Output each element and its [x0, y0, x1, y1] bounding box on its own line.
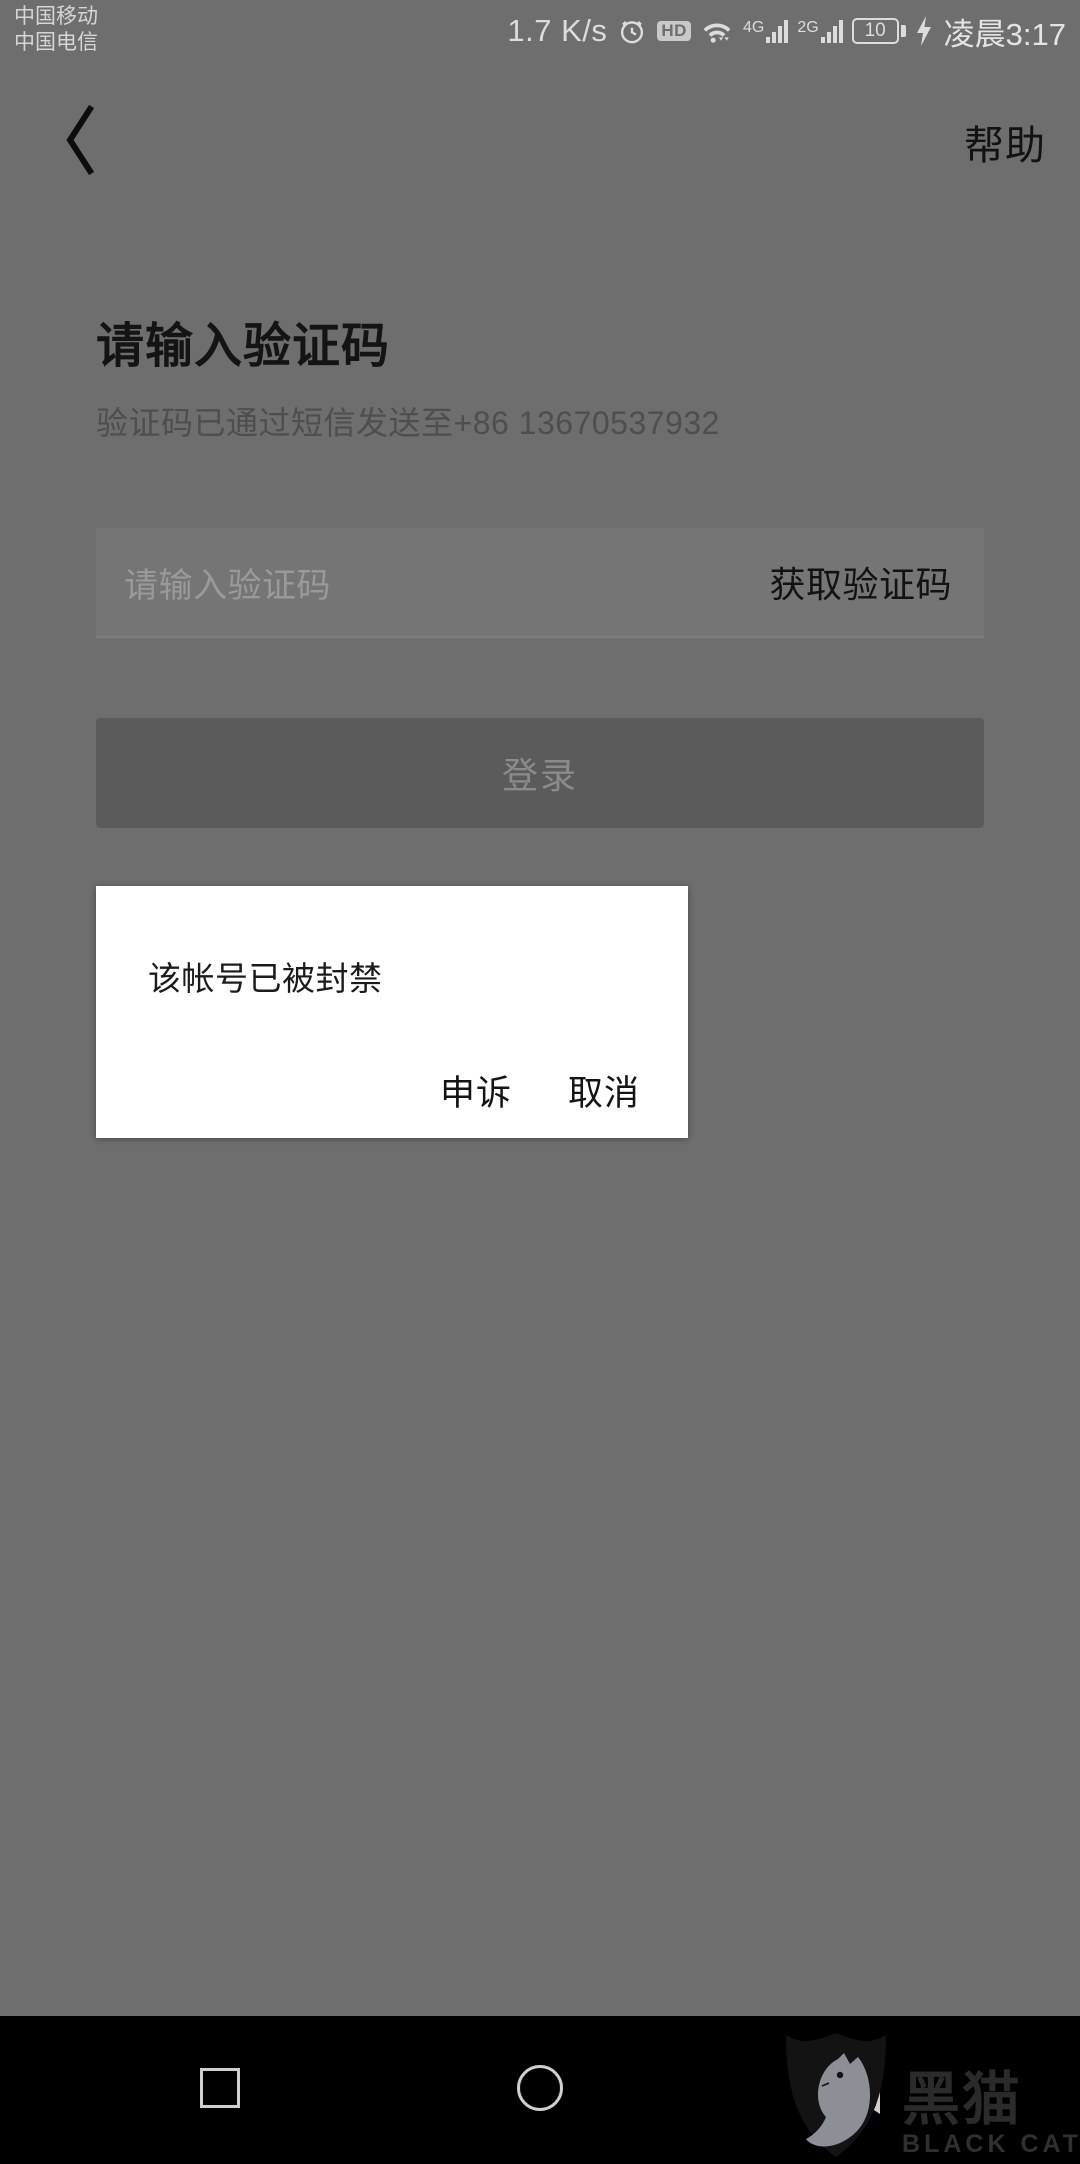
page-subtitle: 验证码已通过短信发送至+86 13670537932	[96, 405, 720, 441]
status-bar: 中国移动 中国电信 1.7 K/s HD 4G 2G 10 凌晨3:17	[0, 0, 1080, 80]
help-button[interactable]: 帮助	[964, 98, 1046, 186]
account-banned-dialog: 该帐号已被封禁 申诉 取消	[96, 886, 688, 1138]
carrier-labels: 中国移动 中国电信	[14, 4, 98, 56]
signal-indicator-4g: 4G	[742, 19, 789, 43]
dialog-actions: 申诉 取消	[440, 1065, 640, 1116]
chevron-left-icon	[57, 103, 103, 182]
app-bar: 帮助	[0, 80, 1080, 200]
signal-indicator-2g: 2G	[797, 19, 843, 43]
status-bar-icons: 1.7 K/s HD 4G 2G 10 凌晨3:17	[507, 0, 1066, 62]
get-code-button[interactable]: 获取验证码	[769, 556, 952, 608]
carrier-primary: 中国移动	[14, 5, 98, 28]
battery-icon: 10	[851, 18, 906, 44]
page-title: 请输入验证码	[96, 320, 391, 373]
nav-back-button[interactable]	[780, 2016, 940, 2160]
appeal-button[interactable]: 申诉	[440, 1065, 512, 1116]
network-speed-text: 1.7 K/s	[507, 13, 608, 48]
dialog-message: 该帐号已被封禁	[148, 960, 383, 997]
triangle-back-icon	[840, 2062, 880, 2114]
wifi-icon	[700, 17, 734, 45]
system-navigation-bar: 黑猫 BLACK CAT	[0, 2016, 1080, 2160]
back-button[interactable]	[36, 98, 124, 186]
carrier-secondary: 中国电信	[14, 31, 98, 54]
alarm-clock-icon	[616, 15, 648, 47]
hd-badge-icon: HD	[657, 21, 691, 41]
verification-code-placeholder[interactable]: 请输入验证码	[124, 558, 331, 607]
signal-generation-label-1: 4G	[742, 19, 765, 36]
nav-recents-button[interactable]	[140, 2016, 300, 2160]
circle-home-icon	[517, 2065, 563, 2111]
lightning-bolt-icon	[915, 16, 933, 46]
cancel-button[interactable]: 取消	[568, 1065, 640, 1116]
phone-screen: 中国移动 中国电信 1.7 K/s HD 4G 2G 10 凌晨3:17 帮助 …	[0, 0, 1080, 2160]
verification-code-field[interactable]: 请输入验证码 获取验证码	[96, 528, 984, 638]
signal-bars-1	[766, 19, 789, 43]
battery-level-text: 10	[851, 18, 899, 44]
signal-bars-2	[820, 19, 843, 43]
login-button[interactable]: 登录	[96, 718, 984, 828]
signal-generation-label-2: 2G	[797, 19, 819, 36]
square-recents-icon	[200, 2068, 240, 2108]
nav-home-button[interactable]	[460, 2016, 620, 2160]
status-bar-clock: 凌晨3:17	[943, 16, 1066, 52]
battery-tip	[900, 25, 906, 37]
